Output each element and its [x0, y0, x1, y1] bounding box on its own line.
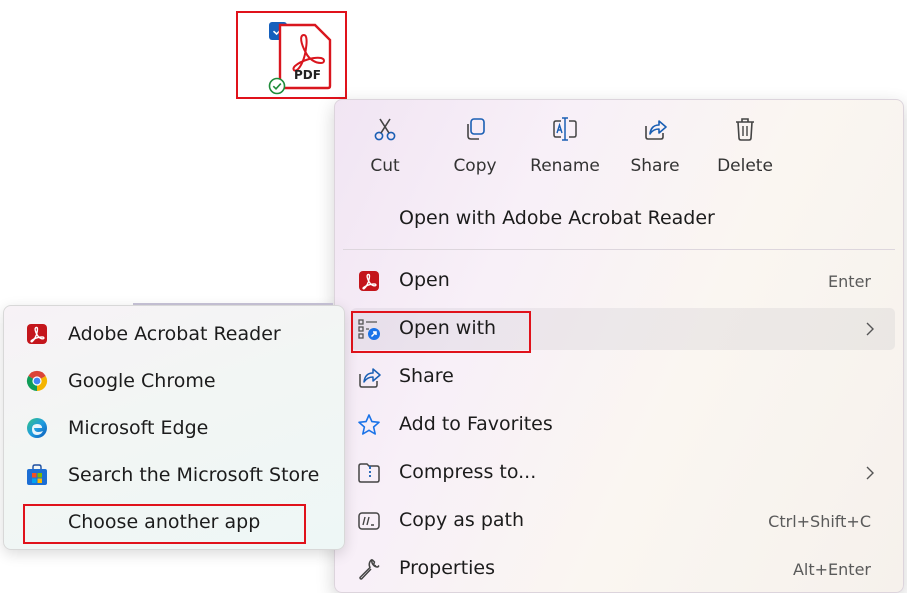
menu-item-open-with-acrobat[interactable]: Open with Adobe Acrobat Reader [351, 198, 895, 240]
delete-button[interactable]: Delete [705, 116, 785, 180]
trash-icon [736, 118, 754, 141]
path-icon [358, 512, 380, 530]
chevron-right-icon [866, 466, 874, 480]
open-with-icon [358, 319, 380, 340]
delete-label: Delete [717, 156, 773, 176]
sync-ok-icon [268, 77, 286, 95]
chrome-icon [26, 370, 48, 392]
menu-separator [343, 249, 895, 250]
menu-item-compress[interactable]: Compress to... [351, 452, 895, 494]
edge-icon [27, 418, 47, 438]
shortcut-label: Enter [828, 272, 871, 291]
submenu-item-label: Adobe Acrobat Reader [68, 323, 281, 345]
quick-action-bar: Cut Copy Rename Share Delete [335, 100, 903, 190]
shortcut-label: Ctrl+Shift+C [768, 512, 871, 531]
rename-icon [553, 117, 577, 141]
context-menu: Cut Copy Rename Share Delete Open with A… [334, 99, 904, 593]
share-icon [645, 120, 667, 140]
menu-item-add-to-favorites[interactable]: Add to Favorites [351, 404, 895, 446]
menu-item-open-with[interactable]: Open with [351, 308, 895, 350]
menu-item-label: Add to Favorites [399, 413, 553, 435]
share-icon [359, 368, 381, 388]
submenu-item-label: Microsoft Edge [68, 417, 209, 439]
submenu-item-label: Google Chrome [68, 370, 216, 392]
menu-item-copy-as-path[interactable]: Copy as path Ctrl+Shift+C [351, 500, 895, 542]
rename-label: Rename [530, 156, 600, 176]
default-action-label: Open with Adobe Acrobat Reader [399, 207, 715, 229]
file-type-badge: PDF [294, 68, 321, 82]
submenu-item-store[interactable]: Search the Microsoft Store [12, 453, 338, 497]
chevron-right-icon [866, 322, 874, 336]
share-label: Share [630, 156, 680, 176]
acrobat-icon [27, 324, 47, 344]
menu-item-label: Open with [399, 317, 497, 339]
submenu-item-label: Search the Microsoft Store [68, 464, 320, 486]
rename-button[interactable]: Rename [525, 116, 605, 180]
selected-pdf-file[interactable]: PDF [236, 11, 347, 99]
cut-label: Cut [370, 156, 400, 176]
submenu-item-acrobat[interactable]: Adobe Acrobat Reader [12, 312, 338, 356]
menu-item-properties[interactable]: Properties Alt+Enter [351, 548, 895, 590]
menu-item-label: Compress to... [399, 461, 537, 483]
star-icon [358, 414, 380, 435]
wrench-icon [359, 558, 380, 580]
open-with-submenu: Adobe Acrobat Reader Google Chrome Micro… [3, 305, 345, 550]
cut-button[interactable]: Cut [345, 116, 425, 180]
scissors-icon [374, 118, 396, 141]
submenu-item-choose-another-app[interactable]: Choose another app [12, 500, 338, 544]
zip-folder-icon [358, 463, 380, 483]
acrobat-icon [359, 271, 379, 291]
menu-item-label: Properties [399, 557, 496, 579]
menu-item-label: Copy as path [399, 509, 525, 531]
menu-item-share[interactable]: Share [351, 356, 895, 398]
store-icon [27, 464, 47, 485]
submenu-item-label: Choose another app [68, 511, 261, 533]
menu-item-label: Share [399, 365, 454, 387]
submenu-item-chrome[interactable]: Google Chrome [12, 359, 338, 403]
shortcut-label: Alt+Enter [792, 560, 871, 579]
copy-button[interactable]: Copy [435, 116, 515, 180]
copy-label: Copy [453, 156, 497, 176]
share-button[interactable]: Share [615, 116, 695, 180]
menu-item-label: Open [399, 269, 450, 291]
submenu-item-edge[interactable]: Microsoft Edge [12, 406, 338, 450]
menu-item-open[interactable]: Open Enter [351, 260, 895, 302]
copy-icon [467, 118, 485, 140]
